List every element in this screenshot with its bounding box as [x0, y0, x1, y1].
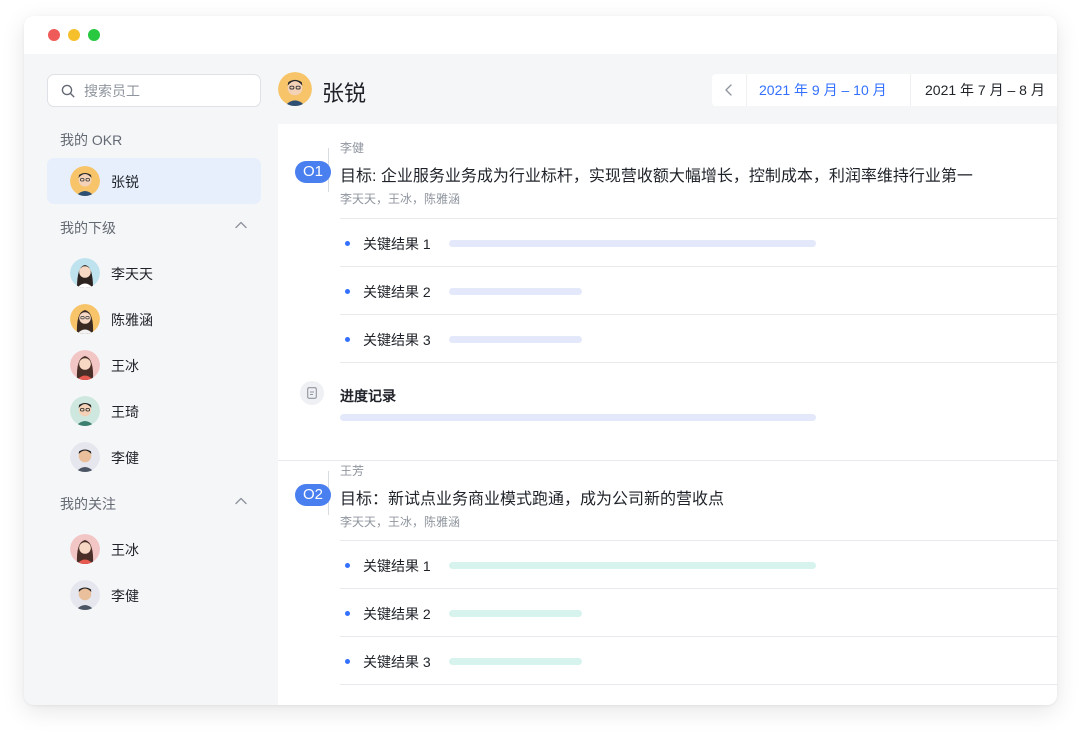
avatar [70, 350, 100, 380]
sidebar: 我的 OKR 张锐 我的下级 李天天 陈雅涵 王 [24, 54, 278, 705]
person-name: 王冰 [111, 358, 139, 374]
my-following-label: 我的关注 [60, 496, 116, 512]
objective-collaborators: 李天天，王冰，陈雅涵 [340, 192, 461, 206]
key-result-row[interactable]: 关键结果 3 [340, 314, 1057, 362]
app-window: 我的 OKR 张锐 我的下级 李天天 陈雅涵 王 [24, 16, 1057, 705]
chevron-up-icon[interactable] [234, 218, 248, 232]
objective-badge: O1 [295, 161, 331, 183]
avatar [70, 442, 100, 472]
avatar [70, 166, 100, 196]
objective-title[interactable]: 目标: 企业服务业务成为行业标杆，实现营收额大幅增长，控制成本，利润率维持行业第… [340, 162, 973, 186]
key-result-label: 关键结果 3 [363, 332, 431, 348]
objective-badge: O2 [295, 484, 331, 506]
my-following-heading: 我的关注 [60, 494, 248, 514]
key-result-progress [449, 288, 582, 295]
avatar [70, 258, 100, 288]
title-bar [24, 16, 1057, 54]
person-name: 张锐 [111, 174, 139, 190]
sidebar-person-zhangrui[interactable]: 张锐 [47, 158, 261, 204]
my-subordinates-heading: 我的下级 [60, 218, 248, 238]
bullet-icon [345, 241, 350, 246]
close-window-button[interactable] [48, 29, 60, 41]
avatar [70, 534, 100, 564]
avatar [70, 396, 100, 426]
key-result-progress [449, 562, 816, 569]
progress-record-bar [340, 414, 816, 421]
key-result-progress [449, 240, 816, 247]
progress-record-title[interactable]: 进度记录 [340, 386, 396, 406]
key-result-label: 关键结果 3 [363, 654, 431, 670]
prev-period-button[interactable] [712, 74, 746, 106]
key-result-progress [449, 610, 582, 617]
sidebar-following-lijian[interactable]: 李健 [47, 572, 261, 618]
section-divider [278, 460, 1057, 461]
my-subordinates-label: 我的下级 [60, 220, 116, 236]
avatar [70, 580, 100, 610]
search-input[interactable] [84, 81, 254, 101]
person-name: 陈雅涵 [111, 312, 153, 328]
key-result-row[interactable]: 关键结果 3 [340, 636, 1057, 684]
page-title: 张锐 [322, 81, 367, 106]
document-icon [300, 381, 324, 405]
person-name: 王琦 [111, 404, 139, 420]
okr-content: 李健 O1 目标: 企业服务业务成为行业标杆，实现营收额大幅增长，控制成本，利润… [278, 124, 1057, 705]
chevron-up-icon[interactable] [234, 494, 248, 508]
search-icon [61, 84, 75, 98]
period-tab-active[interactable]: 2021 年 9 月 – 10 月 [746, 74, 910, 106]
avatar [70, 304, 100, 334]
sidebar-person-wangbing[interactable]: 王冰 [47, 342, 261, 388]
employee-search[interactable] [47, 74, 261, 107]
objective-owner: 王芳 [340, 464, 365, 478]
chevron-left-icon [725, 84, 732, 96]
key-result-label: 关键结果 1 [363, 236, 431, 252]
divider [340, 684, 1057, 685]
okr-header: 张锐 2021 年 9 月 – 10 月 2021 年 7 月 – 8 月 [278, 54, 1057, 124]
bullet-icon [345, 563, 350, 568]
bullet-icon [345, 611, 350, 616]
sidebar-person-lijian[interactable]: 李健 [47, 434, 261, 480]
objective-owner: 李健 [340, 141, 365, 155]
key-result-row[interactable]: 关键结果 2 [340, 266, 1057, 314]
sidebar-person-chenyahan[interactable]: 陈雅涵 [47, 296, 261, 342]
avatar [278, 72, 312, 106]
key-result-row[interactable]: 关键结果 2 [340, 588, 1057, 636]
sidebar-person-wangqi[interactable]: 王琦 [47, 388, 261, 434]
sidebar-person-litiantian[interactable]: 李天天 [47, 250, 261, 296]
sidebar-following-wangbing[interactable]: 王冰 [47, 526, 261, 572]
objective-collaborators: 李天天，王冰，陈雅涵 [340, 515, 461, 529]
my-okr-heading: 我的 OKR [60, 132, 123, 148]
key-result-row[interactable]: 关键结果 1 [340, 540, 1057, 588]
maximize-window-button[interactable] [88, 29, 100, 41]
person-name: 李健 [111, 588, 139, 604]
key-result-progress [449, 336, 582, 343]
minimize-window-button[interactable] [68, 29, 80, 41]
bullet-icon [345, 289, 350, 294]
bullet-icon [345, 659, 350, 664]
person-name: 李健 [111, 450, 139, 466]
objective-title[interactable]: 目标：新试点业务商业模式跑通，成为公司新的营收点 [340, 485, 724, 509]
key-result-label: 关键结果 2 [363, 606, 431, 622]
divider [340, 362, 1057, 363]
key-result-row[interactable]: 关键结果 1 [340, 218, 1057, 266]
person-name: 李天天 [111, 266, 153, 282]
bullet-icon [345, 337, 350, 342]
person-name: 王冰 [111, 542, 139, 558]
key-result-progress [449, 658, 582, 665]
key-result-label: 关键结果 1 [363, 558, 431, 574]
period-tab[interactable]: 2021 年 7 月 – 8 月 [910, 74, 1057, 106]
key-result-label: 关键结果 2 [363, 284, 431, 300]
